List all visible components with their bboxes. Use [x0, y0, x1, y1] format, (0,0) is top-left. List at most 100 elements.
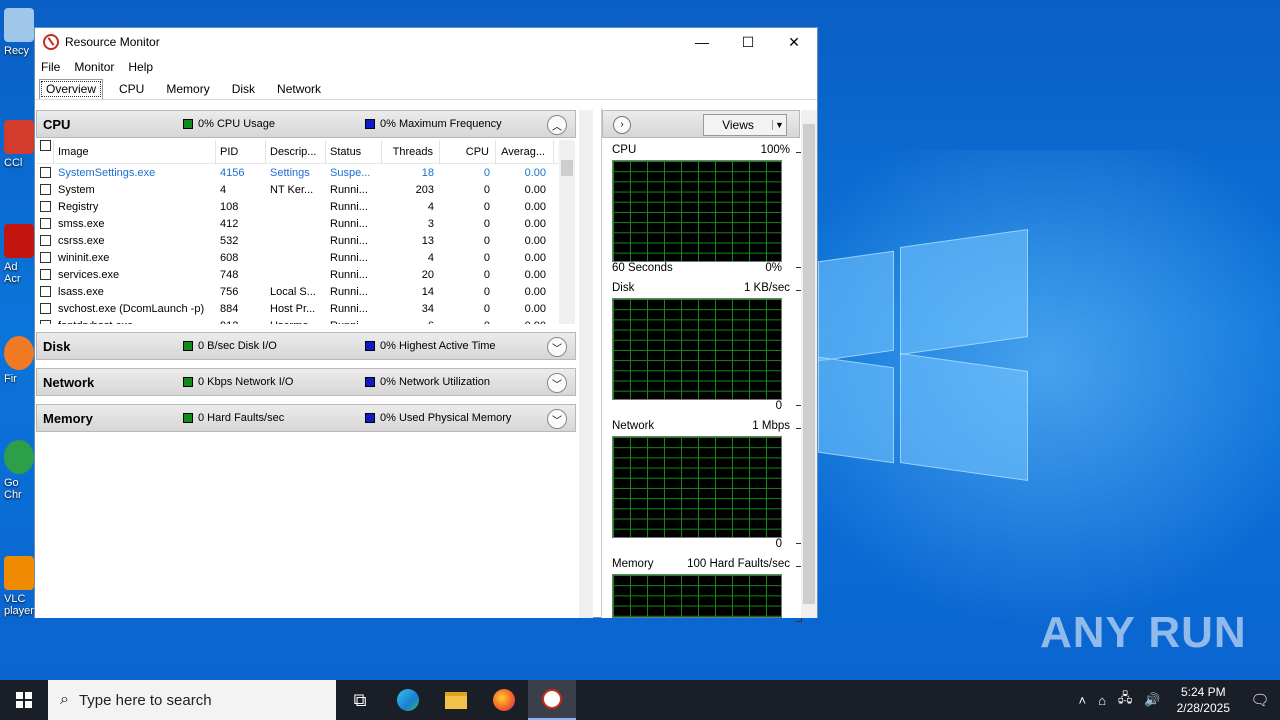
table-row[interactable]: System 4 NT Ker... Runni... 203 0 0.00: [36, 181, 576, 198]
dropdown-arrow-icon[interactable]: ▼: [772, 120, 786, 130]
col-cpu[interactable]: CPU: [440, 140, 496, 164]
row-checkbox[interactable]: [36, 252, 54, 263]
resource-monitor-taskbar-icon[interactable]: [528, 680, 576, 720]
row-checkbox[interactable]: [36, 184, 54, 195]
cell-threads: 13: [421, 234, 434, 247]
select-all-checkbox[interactable]: [36, 140, 54, 164]
blue-legend-square: [365, 377, 375, 387]
volume-icon[interactable]: 🔊: [1144, 692, 1160, 708]
cell-pid: 532: [220, 234, 239, 247]
edge-icon[interactable]: [384, 680, 432, 720]
firefox-icon[interactable]: [480, 680, 528, 720]
col-average[interactable]: Averag...: [496, 140, 554, 164]
cell-description: NT Ker...: [270, 183, 314, 196]
col-image[interactable]: Image: [54, 140, 216, 164]
network-icon[interactable]: 🖧: [1118, 689, 1133, 711]
file-explorer-icon[interactable]: [432, 680, 480, 720]
memory-section-title: Memory: [43, 410, 93, 426]
cpu-section-header[interactable]: CPU 0% CPU Usage 0% Maximum Frequency ︿: [36, 110, 576, 138]
disk-section-header[interactable]: Disk 0 B/sec Disk I/O 0% Highest Active …: [36, 332, 576, 360]
table-row[interactable]: Registry 108 Runni... 4 0 0.00: [36, 198, 576, 215]
tab-network[interactable]: Network: [271, 80, 327, 99]
network-section-title: Network: [43, 374, 95, 390]
network-graph: [612, 436, 782, 538]
table-row[interactable]: SystemSettings.exe 4156 Settings Suspe... 18…: [36, 164, 576, 181]
row-checkbox[interactable]: [36, 201, 54, 212]
clock[interactable]: 5:24 PM 2/28/2025: [1177, 684, 1230, 716]
row-checkbox[interactable]: [36, 286, 54, 297]
cell-average: 0.00: [524, 183, 546, 196]
clock-time: 5:24 PM: [1180, 685, 1226, 699]
cell-threads: 203: [415, 183, 434, 196]
col-threads[interactable]: Threads: [382, 140, 440, 164]
task-view-icon[interactable]: ⧉: [336, 680, 384, 720]
taskbar-search-box[interactable]: ⌕ Type here to search: [48, 680, 336, 720]
table-row[interactable]: wininit.exe 608 Runni... 4 0 0.00: [36, 249, 576, 266]
cell-description: Settings: [270, 166, 310, 179]
cell-image: fontdrvhost.exe: [54, 320, 216, 325]
desktop-icon-recycle-bin[interactable]: Recy: [4, 8, 34, 57]
views-button[interactable]: Views ▼: [703, 114, 787, 136]
tab-cpu[interactable]: CPU: [113, 80, 150, 99]
maximize-button[interactable]: ☐: [725, 28, 771, 56]
chevron-down-icon[interactable]: ﹀: [547, 373, 567, 393]
table-row[interactable]: services.exe 748 Runni... 20 0 0.00: [36, 266, 576, 283]
row-checkbox[interactable]: [36, 303, 54, 314]
left-pane-scrollbar[interactable]: [579, 110, 593, 618]
chevron-down-icon[interactable]: ﹀: [547, 409, 567, 429]
chevron-up-icon[interactable]: ︿: [547, 115, 567, 135]
green-legend-square: [183, 413, 193, 423]
row-checkbox[interactable]: [36, 235, 54, 246]
start-button[interactable]: [0, 680, 48, 720]
cell-average: 0.00: [524, 285, 546, 298]
cell-pid: 4: [220, 183, 227, 196]
cell-status: Runni...: [330, 302, 368, 315]
col-status[interactable]: Status: [326, 140, 382, 164]
table-row[interactable]: lsass.exe 756 Local S... Runni... 14 0 0.00: [36, 283, 576, 300]
cell-pid: 748: [220, 268, 239, 281]
table-row[interactable]: svchost.exe (DcomLaunch -p) 884 Host Pr...…: [36, 300, 576, 317]
menu-help[interactable]: Help: [128, 60, 153, 74]
graph-pane-scrollbar[interactable]: [801, 110, 817, 618]
row-checkbox[interactable]: [36, 218, 54, 229]
desktop-icon-ccleaner[interactable]: CCl: [4, 120, 34, 169]
table-row[interactable]: smss.exe 412 Runni... 3 0 0.00: [36, 215, 576, 232]
table-row[interactable]: fontdrvhost.exe912Usermo...Runni...600.0…: [36, 317, 576, 324]
network-section-header[interactable]: Network 0 Kbps Network I/O 0% Network Ut…: [36, 368, 576, 396]
cell-cpu: 0: [483, 285, 490, 298]
cell-image: wininit.exe: [58, 251, 110, 264]
col-description[interactable]: Descrip...: [266, 140, 326, 164]
menu-file[interactable]: File: [41, 60, 60, 74]
desktop-icon-chrome[interactable]: Go Chr: [4, 440, 34, 501]
tab-disk[interactable]: Disk: [226, 80, 261, 99]
disk-io-label: 0 B/sec Disk I/O: [198, 340, 277, 352]
cell-description: Host Pr...: [270, 302, 316, 315]
tab-memory[interactable]: Memory: [160, 80, 215, 99]
graph-title: Memory: [612, 558, 654, 570]
desktop-icon-vlc[interactable]: VLC player: [4, 556, 34, 617]
row-checkbox[interactable]: [36, 269, 54, 280]
cell-average: 0.00: [524, 251, 546, 264]
menu-monitor[interactable]: Monitor: [74, 60, 114, 74]
chevron-down-icon[interactable]: ﹀: [547, 337, 567, 357]
memory-section-header[interactable]: Memory 0 Hard Faults/sec 0% Used Physica…: [36, 404, 576, 432]
device-icon[interactable]: ⌂: [1098, 693, 1106, 708]
row-checkbox[interactable]: [36, 320, 54, 324]
table-scrollbar[interactable]: [559, 140, 575, 324]
cell-average: 0.00: [524, 200, 546, 213]
cell-image: SystemSettings.exe: [58, 166, 156, 179]
desktop-icon-acrobat[interactable]: Ad Acr: [4, 224, 34, 285]
cell-image: Registry: [58, 200, 99, 213]
col-pid[interactable]: PID: [216, 140, 266, 164]
row-checkbox[interactable]: [36, 167, 54, 178]
notification-icon[interactable]: 🗨: [1240, 691, 1280, 709]
chevron-up-icon[interactable]: ˄: [1078, 693, 1086, 708]
minimize-button[interactable]: —: [679, 28, 725, 56]
chevron-right-icon[interactable]: ›: [613, 116, 631, 134]
desktop-icon-firefox[interactable]: Fir: [4, 336, 34, 385]
title-bar[interactable]: Resource Monitor — ☐ ✕: [35, 28, 817, 56]
tab-overview[interactable]: Overview: [39, 79, 104, 99]
close-button[interactable]: ✕: [771, 28, 817, 56]
table-row[interactable]: csrss.exe 532 Runni... 13 0 0.00: [36, 232, 576, 249]
cell-pid: 756: [220, 285, 239, 298]
